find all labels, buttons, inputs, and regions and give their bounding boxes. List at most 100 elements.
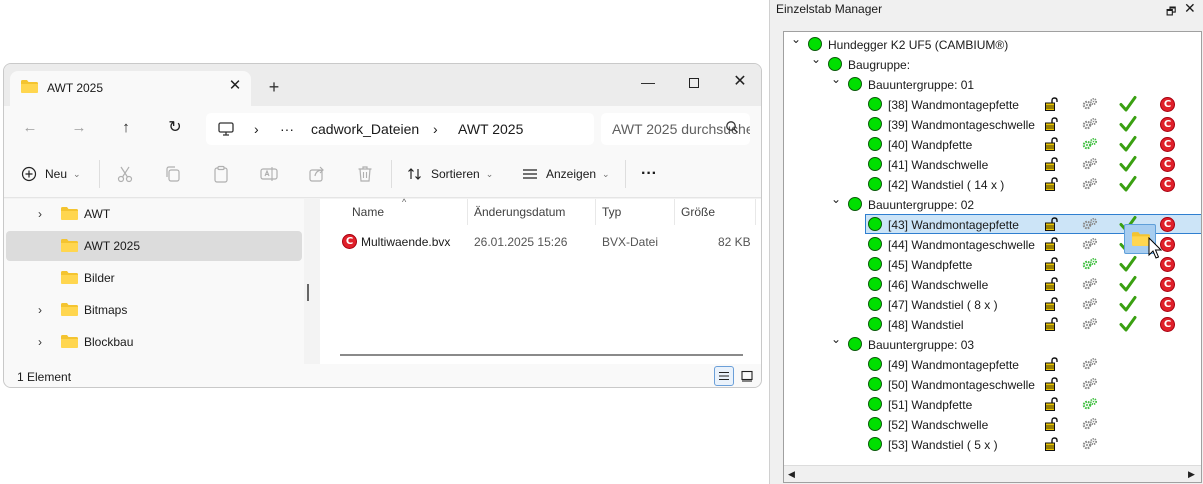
- unlock-icon[interactable]: [1045, 97, 1058, 111]
- address-bar[interactable]: › ··· cadwork_Dateien › AWT 2025: [206, 113, 594, 145]
- cadwork-c-icon[interactable]: C: [1160, 257, 1175, 272]
- breadcrumb-awt-2025[interactable]: AWT 2025: [458, 121, 523, 137]
- tree-item[interactable]: [46] Wandschwelle C: [784, 274, 1201, 294]
- tree-item[interactable]: [50] Wandmontageschwelle: [784, 374, 1201, 394]
- tree-item[interactable]: [39] Wandmontageschwelle C: [784, 114, 1201, 134]
- more-options-button[interactable]: ···: [641, 162, 657, 186]
- tiles-view-button[interactable]: [737, 366, 757, 386]
- gears-icon[interactable]: [1082, 377, 1098, 391]
- cadwork-c-icon[interactable]: C: [1160, 277, 1175, 292]
- gears-icon[interactable]: [1082, 137, 1098, 151]
- cadwork-c-icon[interactable]: C: [1160, 297, 1175, 312]
- cut-icon[interactable]: [115, 164, 135, 184]
- new-tab-button[interactable]: +: [263, 76, 285, 98]
- cadwork-c-icon[interactable]: C: [1160, 177, 1175, 192]
- chevron-right-icon[interactable]: ›: [38, 303, 42, 317]
- chevron-down-icon[interactable]: ⌄: [791, 32, 801, 46]
- column-divider[interactable]: [674, 199, 675, 225]
- cadwork-c-icon[interactable]: C: [1160, 137, 1175, 152]
- unlock-icon[interactable]: [1045, 297, 1058, 311]
- nav-item-awt[interactable]: › AWT: [4, 199, 300, 229]
- unlock-icon[interactable]: [1045, 417, 1058, 431]
- chevron-right-icon[interactable]: ›: [38, 207, 42, 221]
- gears-icon[interactable]: [1082, 397, 1098, 411]
- file-row[interactable]: C Multiwaende.bvx 26.01.2025 15:26 BVX-D…: [320, 233, 761, 253]
- tree-subgroup[interactable]: ⌄ Bauuntergruppe: 03: [784, 332, 1201, 354]
- file-list-scrollbar[interactable]: [340, 354, 743, 356]
- view-button[interactable]: Anzeigen ⌄: [522, 162, 610, 186]
- paste-icon[interactable]: [211, 164, 231, 184]
- tree-item[interactable]: [53] Wandstiel ( 5 x ): [784, 434, 1201, 454]
- chevron-right-icon[interactable]: ›: [38, 335, 42, 349]
- unlock-icon[interactable]: [1045, 317, 1058, 331]
- tree-item[interactable]: [45] Wandpfette C: [784, 254, 1201, 274]
- gears-icon[interactable]: [1082, 357, 1098, 371]
- column-divider[interactable]: [755, 199, 756, 225]
- nav-item-bilder[interactable]: Bilder: [4, 263, 300, 293]
- breadcrumb-cadwork-dateien[interactable]: cadwork_Dateien: [311, 121, 419, 137]
- unlock-icon[interactable]: [1045, 137, 1058, 151]
- close-window-button[interactable]: ✕: [720, 68, 760, 96]
- tree-item[interactable]: [47] Wandstiel ( 8 x ) C: [784, 294, 1201, 314]
- gears-icon[interactable]: [1082, 237, 1098, 251]
- tree-subgroup[interactable]: ⌄ Bauuntergruppe: 02: [784, 192, 1201, 214]
- gears-icon[interactable]: [1082, 217, 1098, 231]
- tree-subgroup[interactable]: ⌄ Bauuntergruppe: 01: [784, 72, 1201, 94]
- gears-icon[interactable]: [1082, 417, 1098, 431]
- unlock-icon[interactable]: [1045, 217, 1058, 231]
- unlock-icon[interactable]: [1045, 177, 1058, 191]
- scroll-left-icon[interactable]: ◀: [788, 469, 795, 480]
- gears-icon[interactable]: [1082, 157, 1098, 171]
- column-divider[interactable]: [467, 199, 468, 225]
- chevron-down-icon[interactable]: ⌄: [831, 72, 841, 86]
- cadwork-c-icon[interactable]: C: [1160, 97, 1175, 112]
- share-icon[interactable]: [307, 164, 327, 184]
- gears-icon[interactable]: [1082, 317, 1098, 331]
- tree-item[interactable]: [40] Wandpfette C: [784, 134, 1201, 154]
- cadwork-c-icon[interactable]: C: [1160, 157, 1175, 172]
- gears-icon[interactable]: [1082, 97, 1098, 111]
- gears-icon[interactable]: [1082, 437, 1098, 451]
- unlock-icon[interactable]: [1045, 157, 1058, 171]
- cadwork-c-icon[interactable]: C: [1160, 117, 1175, 132]
- nav-pane-scrollbar[interactable]: [307, 284, 309, 301]
- maximize-button[interactable]: [674, 68, 714, 96]
- unlock-icon[interactable]: [1045, 377, 1058, 391]
- column-divider[interactable]: [595, 199, 596, 225]
- close-tab-icon[interactable]: ✕: [225, 76, 245, 96]
- tree-item[interactable]: [41] Wandschwelle C: [784, 154, 1201, 174]
- unlock-icon[interactable]: [1045, 257, 1058, 271]
- gears-icon[interactable]: [1082, 277, 1098, 291]
- rename-icon[interactable]: [259, 164, 279, 184]
- unlock-icon[interactable]: [1045, 277, 1058, 291]
- nav-item-bitmaps[interactable]: › Bitmaps: [4, 295, 300, 325]
- tree-horizontal-scrollbar[interactable]: ◀ ▶: [784, 465, 1201, 482]
- delete-icon[interactable]: [355, 164, 375, 184]
- back-arrow-icon[interactable]: ←: [16, 114, 44, 142]
- float-window-icon[interactable]: 🗗: [1166, 3, 1176, 22]
- chevron-down-icon[interactable]: ⌄: [811, 52, 821, 66]
- refresh-icon[interactable]: ↻: [161, 114, 189, 142]
- tree-group[interactable]: ⌄ Baugruppe:: [784, 52, 1201, 74]
- column-header-name[interactable]: Name: [352, 205, 384, 219]
- breadcrumb-overflow[interactable]: ···: [280, 121, 294, 137]
- cadwork-c-icon[interactable]: C: [1160, 237, 1175, 252]
- gears-icon[interactable]: [1082, 117, 1098, 131]
- chevron-down-icon[interactable]: ⌄: [831, 332, 841, 346]
- unlock-icon[interactable]: [1045, 357, 1058, 371]
- tree-item[interactable]: [42] Wandstiel ( 14 x ) C: [784, 174, 1201, 194]
- cadwork-c-icon[interactable]: C: [1160, 217, 1175, 232]
- copy-icon[interactable]: [163, 164, 183, 184]
- forward-arrow-icon[interactable]: →: [65, 114, 93, 142]
- search-input[interactable]: AWT 2025 durchsuchen: [601, 113, 750, 145]
- up-arrow-icon[interactable]: ↑: [112, 114, 140, 142]
- details-view-button[interactable]: [714, 366, 734, 386]
- gears-icon[interactable]: [1082, 177, 1098, 191]
- tree-root-machine[interactable]: ⌄ Hundegger K2 UF5 (CAMBIUM®): [784, 32, 1201, 54]
- tree-item[interactable]: [51] Wandpfette: [784, 394, 1201, 414]
- cadwork-c-icon[interactable]: C: [1160, 317, 1175, 332]
- sort-button[interactable]: Sortieren ⌄: [407, 162, 493, 186]
- tree-item[interactable]: [38] Wandmontagepfette C: [784, 94, 1201, 114]
- new-button[interactable]: Neu ⌄: [21, 162, 81, 186]
- column-header-type[interactable]: Typ: [602, 205, 621, 219]
